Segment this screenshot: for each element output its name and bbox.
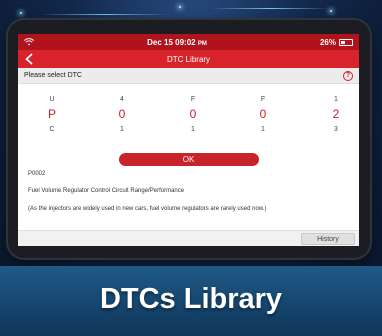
- dtc-option-prev[interactable]: F: [253, 96, 273, 103]
- select-dtc-row: Please select DTC ?: [18, 68, 359, 84]
- dtc-option-prev[interactable]: 1: [326, 96, 346, 103]
- wifi-icon: [24, 38, 34, 46]
- bottom-bar: History: [18, 230, 359, 246]
- banner-title: DTCs Library: [99, 283, 283, 315]
- dtc-selected-char[interactable]: 2: [326, 107, 346, 121]
- history-button[interactable]: History: [301, 233, 355, 245]
- background-glow-line: [40, 14, 170, 15]
- select-dtc-label: Please select DTC: [24, 72, 82, 79]
- dtc-selected-char[interactable]: 0: [112, 107, 132, 121]
- dtc-selected-char[interactable]: 0: [183, 107, 203, 121]
- background-sparkle: [330, 10, 332, 12]
- dtc-option-next[interactable]: C: [42, 126, 62, 133]
- dtc-option-next[interactable]: 1: [112, 126, 132, 133]
- dtc-option-next[interactable]: 1: [183, 126, 203, 133]
- back-arrow-icon[interactable]: [24, 53, 34, 65]
- status-time: Dec 15 09:02: [147, 37, 196, 47]
- status-clock: Dec 15 09:02 PM: [147, 38, 207, 47]
- dtc-code: P0002: [28, 171, 46, 177]
- status-bar: Dec 15 09:02 PM 26%: [18, 34, 359, 50]
- help-icon[interactable]: ?: [343, 70, 353, 81]
- dtc-description: Fuel Volume Regulator Control Circuit Ra…: [28, 188, 185, 194]
- ok-row: OK: [18, 150, 359, 168]
- dtc-picker: U P C 4 0 1 F 0 1 F 0 1 1 2 3: [18, 84, 359, 146]
- dtc-option-prev[interactable]: F: [183, 96, 203, 103]
- battery-percent: 26%: [319, 37, 336, 47]
- battery-icon: [338, 38, 353, 46]
- dtc-selected-char[interactable]: 0: [253, 107, 273, 121]
- dtc-option-next[interactable]: 1: [253, 126, 273, 133]
- tablet-screen: Dec 15 09:02 PM 26% DTC Library Please s…: [18, 34, 359, 246]
- status-right: 26%: [320, 38, 353, 47]
- background-sparkle: [179, 6, 181, 8]
- background-sparkle: [20, 12, 22, 14]
- dtc-note: (As the injectors are widely used in new…: [28, 206, 267, 212]
- dtc-option-next[interactable]: 3: [326, 126, 346, 133]
- ok-button[interactable]: OK: [118, 152, 259, 166]
- background-glow-line: [210, 8, 330, 9]
- app-root: Dec 15 09:02 PM 26% DTC Library Please s…: [0, 0, 382, 336]
- title-bar: DTC Library: [18, 50, 359, 68]
- dtc-option-prev[interactable]: U: [42, 96, 62, 103]
- status-ampm: PM: [197, 40, 207, 47]
- dtc-option-prev[interactable]: 4: [112, 96, 132, 103]
- page-title: DTC Library: [166, 54, 211, 64]
- dtc-selected-char[interactable]: P: [42, 107, 62, 121]
